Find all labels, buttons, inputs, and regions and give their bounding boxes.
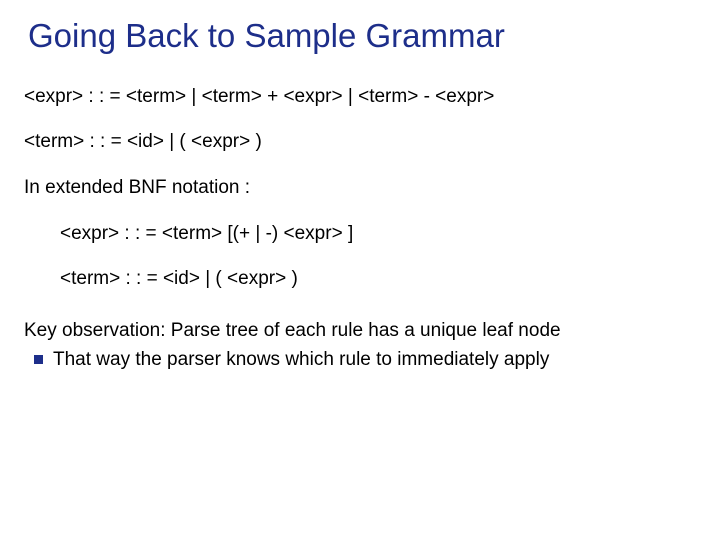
bullet-item: That way the parser knows which rule to … [24,347,696,373]
ebnf-expr-line: <expr> : : = <term> [(+ | -) <expr> ] [60,221,696,247]
bnf-expr-line: <expr> : : = <term> | <term> + <expr> | … [24,84,696,110]
slide-title: Going Back to Sample Grammar [28,16,696,56]
slide: Going Back to Sample Grammar <expr> : : … [0,0,720,540]
square-bullet-icon [34,355,43,364]
key-observation-line: Key observation: Parse tree of each rule… [24,318,696,344]
ebnf-term-line: <term> : : = <id> | ( <expr> ) [60,266,696,292]
bnf-term-line: <term> : : = <id> | ( <expr> ) [24,129,696,155]
bullet-text: That way the parser knows which rule to … [53,347,549,373]
ebnf-intro-line: In extended BNF notation : [24,175,696,201]
